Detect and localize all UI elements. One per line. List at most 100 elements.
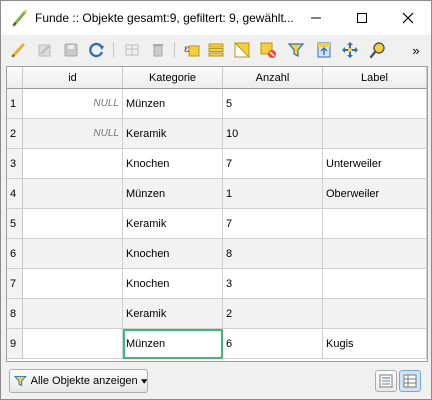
close-icon [402, 12, 414, 24]
select-by-expression-icon: ε [184, 44, 200, 57]
select-all-button[interactable] [205, 39, 227, 61]
table-cell-id[interactable] [23, 329, 123, 359]
row-number[interactable]: 6 [7, 239, 23, 269]
bottom-bar: Alle Objekte anzeigen [1, 365, 431, 399]
reload-icon [89, 42, 104, 58]
toolbar-overflow-button[interactable]: » [405, 39, 427, 61]
reload-button[interactable] [86, 39, 108, 61]
table-cell-anzahl[interactable]: 7 [223, 209, 323, 239]
table-cell-anzahl[interactable]: 2 [223, 299, 323, 329]
zoom-to-selection-button[interactable] [367, 39, 389, 61]
minimize-icon [311, 17, 321, 19]
row-number[interactable]: 7 [7, 269, 23, 299]
attribute-table-window: Funde :: Objekte gesamt:9, gefiltert: 9,… [0, 0, 432, 400]
table-cell-kategorie[interactable]: Keramik [123, 209, 223, 239]
multi-edit-icon [38, 44, 51, 57]
form-view-icon [379, 374, 393, 388]
table-cell-kategorie[interactable]: Münzen [123, 89, 223, 119]
add-feature-button[interactable] [121, 39, 143, 61]
table-cell-anzahl[interactable]: 8 [223, 239, 323, 269]
deselect-icon [260, 42, 276, 58]
table-cell-id[interactable] [23, 299, 123, 329]
attribute-table[interactable]: id Kategorie Anzahl Label 1 NULL Münzen 5 2 NULL K… [6, 66, 428, 362]
row-number[interactable]: 4 [7, 179, 23, 209]
row-number[interactable]: 2 [7, 119, 23, 149]
delete-icon [153, 44, 163, 57]
table-cell-anzahl[interactable]: 6 [223, 329, 323, 359]
column-header-label[interactable]: Label [323, 67, 427, 89]
table-cell-anzahl[interactable]: 3 [223, 269, 323, 299]
filter-icon [287, 43, 305, 57]
table-cell-kategorie[interactable]: Knochen [123, 239, 223, 269]
table-cell-id[interactable] [23, 209, 123, 239]
pan-to-selection-icon [342, 42, 358, 58]
pan-to-selection-button[interactable] [339, 39, 361, 61]
save-icon [64, 43, 78, 57]
table-cell-id[interactable] [23, 269, 123, 299]
table-view-icon [403, 374, 417, 388]
table-cell-anzahl[interactable]: 1 [223, 179, 323, 209]
select-all-corner[interactable] [7, 67, 23, 89]
filter-icon [14, 376, 27, 387]
table-cell-id[interactable]: NULL [23, 119, 123, 149]
table-cell-label[interactable] [323, 119, 427, 149]
dropdown-arrow-icon [140, 378, 147, 384]
table-cell-kategorie[interactable]: Keramik [123, 119, 223, 149]
table-cell-kategorie[interactable]: Knochen [123, 149, 223, 179]
table-cell-label[interactable] [323, 269, 427, 299]
table-cell-id[interactable] [23, 149, 123, 179]
table-cell-kategorie[interactable]: Keramik [123, 299, 223, 329]
filter-button[interactable] [285, 39, 307, 61]
row-number[interactable]: 9 [7, 329, 23, 359]
minimize-button[interactable] [293, 1, 339, 35]
invert-selection-button[interactable] [231, 39, 253, 61]
title-bar[interactable]: Funde :: Objekte gesamt:9, gefiltert: 9,… [1, 1, 431, 35]
table-cell-label[interactable]: Oberweiler [323, 179, 427, 209]
filter-button-label: Alle Objekte anzeigen [30, 375, 138, 387]
maximize-icon [357, 13, 367, 23]
add-feature-icon [125, 44, 139, 56]
column-header-id[interactable]: id [23, 67, 123, 89]
move-selection-top-button[interactable] [313, 39, 335, 61]
table-cell-kategorie[interactable]: Münzen [123, 329, 223, 359]
save-edits-button[interactable] [60, 39, 82, 61]
table-cell-label[interactable] [323, 209, 427, 239]
delete-features-button[interactable] [147, 39, 169, 61]
window-title: Funde :: Objekte gesamt:9, gefiltert: 9,… [35, 11, 294, 25]
toolbar: ε » [1, 35, 431, 65]
column-header-anzahl[interactable]: Anzahl [223, 67, 323, 89]
table-view-button[interactable] [399, 370, 421, 392]
form-view-button[interactable] [375, 370, 397, 392]
column-header-kategorie[interactable]: Kategorie [123, 67, 223, 89]
multi-edit-button[interactable] [34, 39, 56, 61]
table-cell-anzahl[interactable]: 5 [223, 89, 323, 119]
table-cell-id[interactable] [23, 179, 123, 209]
table-cell-label[interactable]: Unterweiler [323, 149, 427, 179]
move-selection-top-icon [317, 42, 331, 58]
svg-text:ε: ε [184, 44, 189, 55]
close-button[interactable] [385, 1, 431, 35]
qgis-icon [11, 9, 29, 27]
table-cell-anzahl[interactable]: 10 [223, 119, 323, 149]
row-number[interactable]: 1 [7, 89, 23, 119]
table-cell-label[interactable] [323, 239, 427, 269]
table-cell-kategorie[interactable]: Knochen [123, 269, 223, 299]
table-cell-label[interactable] [323, 89, 427, 119]
table-cell-id[interactable] [23, 239, 123, 269]
table-cell-anzahl[interactable]: 7 [223, 149, 323, 179]
row-number[interactable]: 5 [7, 209, 23, 239]
pencil-edit-icon [11, 43, 25, 58]
select-by-expression-button[interactable]: ε [181, 39, 203, 61]
table-cell-id[interactable]: NULL [23, 89, 123, 119]
select-all-icon [208, 43, 224, 57]
row-number[interactable]: 8 [7, 299, 23, 329]
invert-selection-icon [234, 41, 251, 58]
maximize-button[interactable] [339, 1, 385, 35]
table-cell-label[interactable]: Kugis [323, 329, 427, 359]
toggle-editing-button[interactable] [8, 39, 30, 61]
row-number[interactable]: 3 [7, 149, 23, 179]
table-cell-kategorie[interactable]: Münzen [123, 179, 223, 209]
show-features-filter-button[interactable]: Alle Objekte anzeigen [9, 369, 148, 393]
deselect-all-button[interactable] [257, 39, 279, 61]
table-cell-label[interactable] [323, 299, 427, 329]
